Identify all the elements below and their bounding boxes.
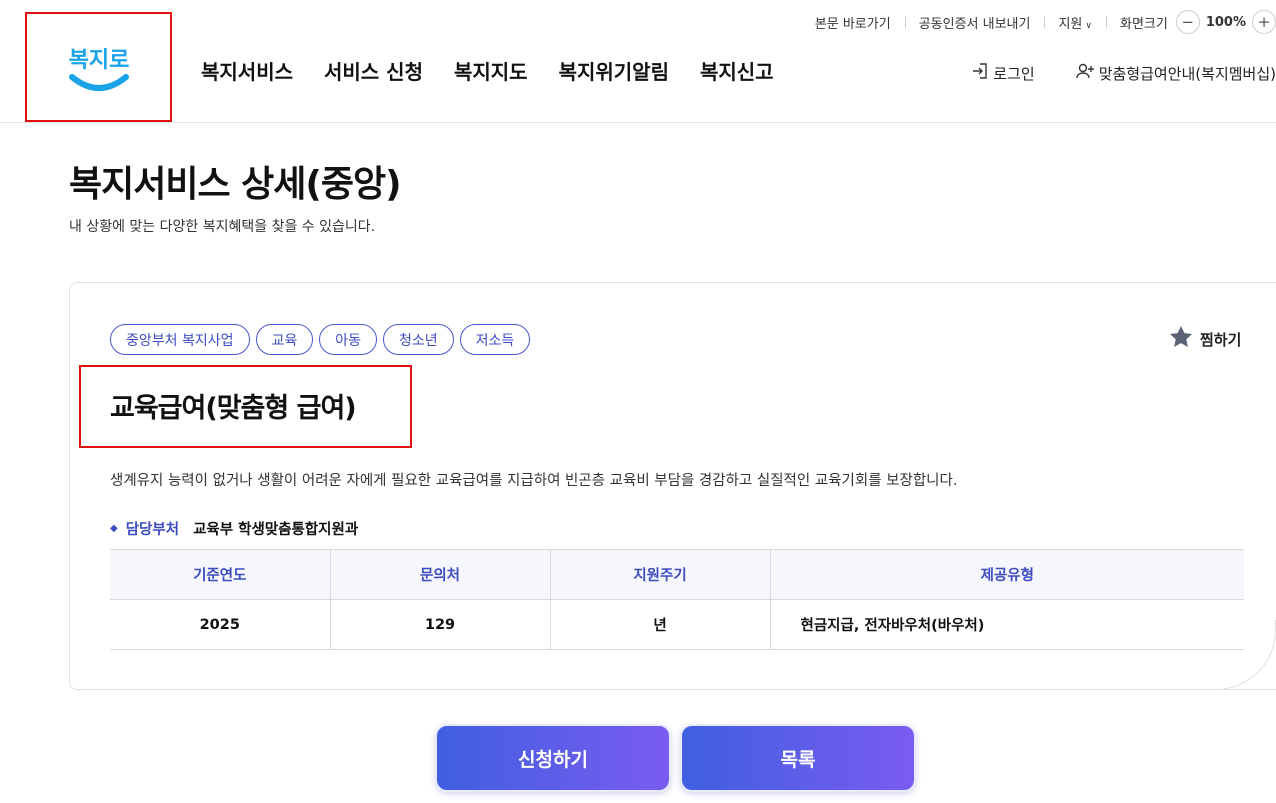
department-info: ◆ 담당부처 교육부 학생맞춤통합지원과: [110, 518, 358, 539]
table-header-row: 기준연도 문의처 지원주기 제공유형: [110, 549, 1244, 600]
tag-youth[interactable]: 청소년: [383, 324, 454, 355]
nav-service-apply[interactable]: 서비스 신청: [324, 56, 423, 85]
tag-education[interactable]: 교육: [255, 324, 314, 355]
col-contact: 문의처: [330, 549, 551, 600]
service-tags: 중앙부처 복지사업 교육 아동 청소년 저소득: [110, 324, 531, 355]
department-label: 담당부처: [125, 522, 180, 538]
service-info-table: 기준연도 문의처 지원주기 제공유형 2025 129 년 현금지급, 전자바우…: [110, 549, 1244, 650]
support-menu[interactable]: 지원 ∨: [1044, 13, 1106, 32]
logo-icon: 복지로: [68, 48, 129, 91]
login-link[interactable]: 로그인: [971, 62, 1035, 84]
list-button[interactable]: 목록: [680, 724, 916, 792]
cell-contact: 129: [330, 599, 551, 650]
cell-support-cycle: 년: [550, 599, 771, 650]
zoom-out-button[interactable]: −: [1175, 10, 1200, 34]
page-description: 내 상황에 맞는 다양한 복지혜택을 찾을 수 있습니다.: [69, 219, 376, 235]
col-provision-type: 제공유형: [770, 549, 1244, 600]
service-description: 생계유지 능력이 없거나 생활이 어려운 자에게 필요한 교육급여를 지급하여 …: [110, 473, 958, 489]
tag-child[interactable]: 아동: [319, 324, 378, 355]
cell-base-year: 2025: [110, 599, 331, 650]
nav-welfare-service[interactable]: 복지서비스: [201, 56, 293, 85]
login-label: 로그인: [993, 64, 1035, 83]
support-label: 지원: [1058, 16, 1083, 32]
main-nav: 복지서비스 서비스 신청 복지지도 복지위기알림 복지신고: [201, 56, 774, 85]
tag-low-income[interactable]: 저소득: [459, 324, 531, 355]
col-support-cycle: 지원주기: [550, 549, 771, 600]
skip-to-content-link[interactable]: 본문 바로가기: [801, 13, 905, 32]
header-actions: 로그인 맞춤형급여안내(복지멤버십): [971, 62, 1276, 84]
service-title: 교육급여(맞춤형 급여): [110, 393, 357, 424]
zoom-label: 화면크기: [1119, 16, 1168, 32]
zoom-value: 100%: [1205, 14, 1246, 30]
nav-crisis-alert[interactable]: 복지위기알림: [559, 56, 669, 85]
cert-export-link[interactable]: 공동인증서 내보내기: [904, 13, 1045, 32]
membership-label: 맞춤형급여안내(복지멤버십): [1098, 64, 1276, 83]
table-row: 2025 129 년 현금지급, 전자바우처(바우처): [110, 599, 1244, 650]
zoom-in-button[interactable]: +: [1252, 10, 1276, 34]
apply-button[interactable]: 신청하기: [435, 724, 671, 792]
bullet-icon: ◆: [110, 523, 118, 534]
chevron-down-icon: ∨: [1085, 20, 1092, 31]
bookmark-label: 찜하기: [1200, 330, 1242, 349]
logo[interactable]: 복지로: [25, 12, 172, 122]
login-icon: [971, 62, 989, 84]
col-base-year: 기준연도: [110, 549, 331, 600]
user-plus-icon: [1075, 62, 1095, 84]
logo-wordmark: 복지로: [68, 48, 129, 73]
cell-provision-type: 현금지급, 전자바우처(바우처): [770, 599, 1244, 650]
bookmark-button[interactable]: 찜하기: [1168, 324, 1241, 354]
tag-central-ministry[interactable]: 중앙부처 복지사업: [110, 324, 250, 355]
membership-link[interactable]: 맞춤형급여안내(복지멤버십): [1075, 62, 1276, 84]
nav-welfare-report[interactable]: 복지신고: [700, 56, 774, 85]
department-value: 교육부 학생맞춤통합지원과: [193, 522, 359, 538]
utility-bar: 본문 바로가기 공동인증서 내보내기 지원 ∨ 화면크기 − 100% +: [801, 10, 1276, 34]
page-title: 복지서비스 상세(중앙): [69, 164, 402, 205]
nav-welfare-map[interactable]: 복지지도: [454, 56, 528, 85]
star-icon: [1168, 324, 1194, 354]
zoom-control: 화면크기 − 100% +: [1105, 10, 1276, 34]
